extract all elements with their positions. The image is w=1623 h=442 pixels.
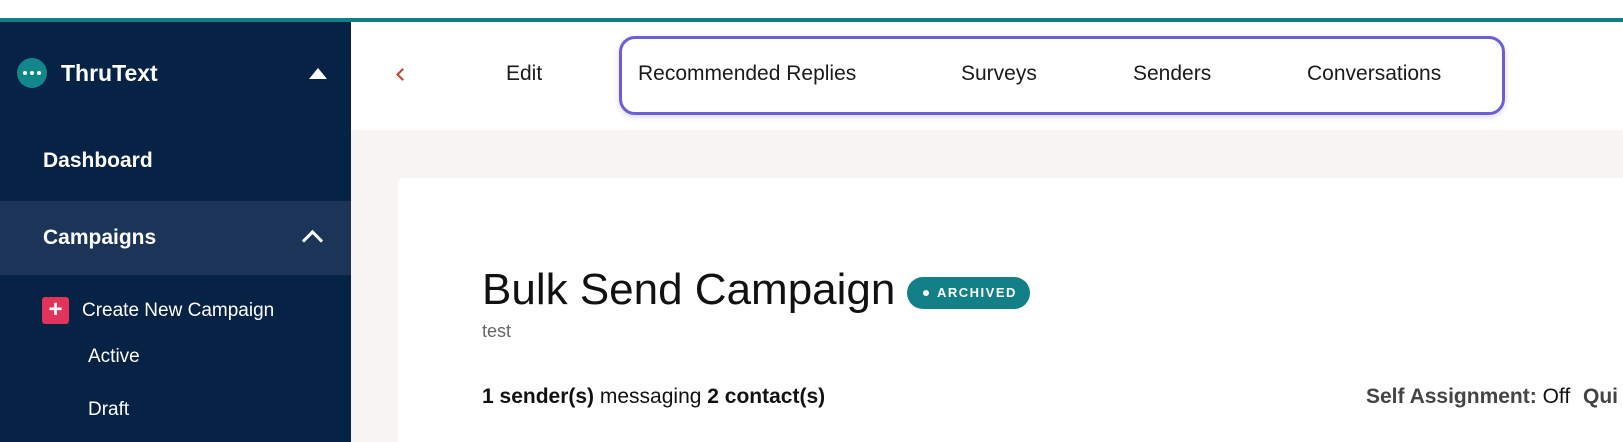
tab-bar: Edit Recommended Replies Surveys Senders… — [351, 22, 1623, 130]
caret-up-icon[interactable] — [309, 68, 327, 79]
senders-count: 1 sender(s) — [482, 385, 595, 408]
sidebar-item-label: Dashboard — [43, 149, 153, 172]
sidebar-item-label: Campaigns — [43, 226, 157, 249]
app-window: ThruText Dashboard Campaigns + Create Ne… — [0, 0, 1623, 442]
brand-row[interactable]: ThruText — [0, 22, 351, 124]
status-badge: ARCHIVED — [907, 277, 1030, 309]
self-assignment-label: Self Assignment: — [1366, 385, 1537, 408]
chevron-left-icon[interactable] — [396, 68, 409, 81]
sidebar-item-campaigns[interactable]: Campaigns — [0, 201, 351, 275]
sidebar: ThruText Dashboard Campaigns + Create Ne… — [0, 22, 351, 442]
tab-recommended-replies[interactable]: Recommended Replies — [638, 59, 856, 89]
sidebar-item-create-new-campaign[interactable]: + Create New Campaign — [0, 288, 351, 334]
sidebar-item-label: Draft — [88, 399, 130, 420]
thrutext-logo-icon — [17, 58, 47, 88]
tab-conversations[interactable]: Conversations — [1307, 59, 1441, 89]
self-assignment-setting: Self Assignment: Off — [1366, 382, 1570, 412]
contacts-count: 2 contact(s) — [707, 385, 826, 408]
sidebar-item-draft[interactable]: Draft — [0, 387, 351, 431]
campaign-description: test — [482, 321, 512, 341]
sidebar-item-label: Create New Campaign — [82, 300, 275, 321]
tab-edit[interactable]: Edit — [506, 59, 542, 89]
campaign-card: Bulk Send Campaign ARCHIVED test 1 sende… — [398, 178, 1623, 442]
self-assignment-value: Off — [1536, 385, 1571, 408]
tab-surveys[interactable]: Surveys — [961, 59, 1037, 89]
sidebar-item-dashboard[interactable]: Dashboard — [0, 124, 351, 198]
plus-icon: + — [42, 297, 69, 324]
truncated-setting-label: Qui — [1583, 385, 1618, 408]
brand-name: ThruText — [61, 60, 158, 86]
sidebar-item-active[interactable]: Active — [0, 334, 351, 378]
tab-senders[interactable]: Senders — [1133, 59, 1211, 89]
top-strip — [0, 0, 1623, 18]
sidebar-item-label: Active — [88, 346, 140, 367]
main-content: Edit Recommended Replies Surveys Senders… — [351, 22, 1623, 442]
campaign-summary: 1 sender(s) messaging 2 contact(s) — [482, 382, 825, 412]
messaging-text: messaging — [594, 385, 708, 408]
page-title: Bulk Send Campaign — [482, 265, 896, 314]
chevron-up-icon[interactable] — [301, 229, 324, 252]
